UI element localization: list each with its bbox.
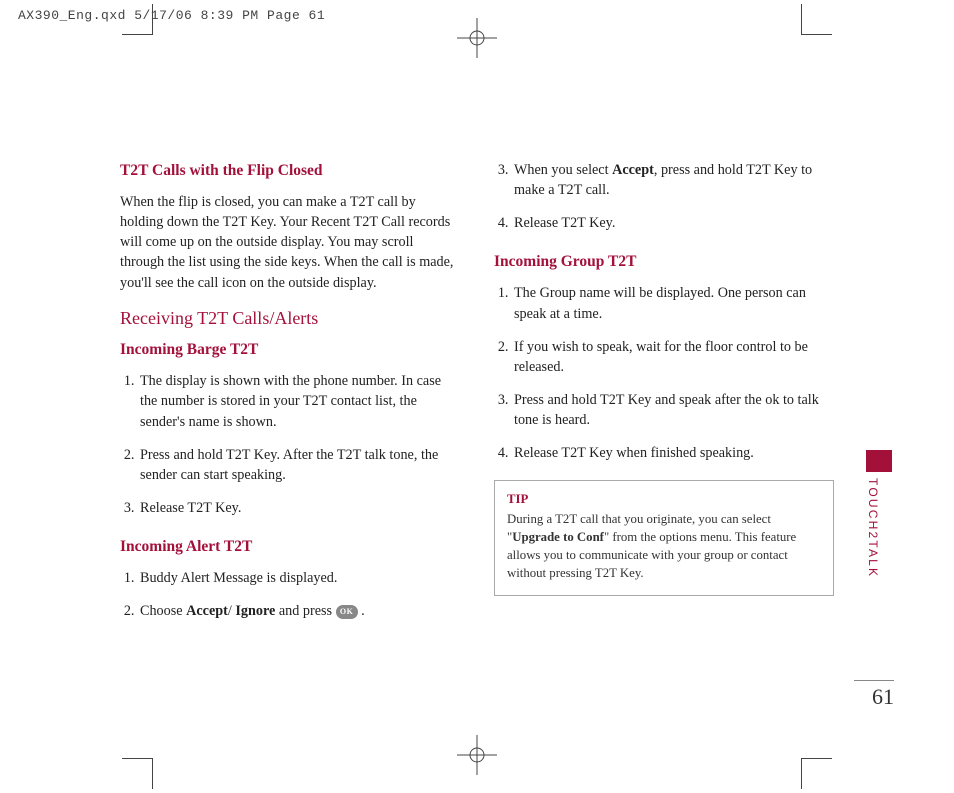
- side-tab-label: TOUCH2TALK: [866, 478, 880, 578]
- side-tab-block: [866, 450, 892, 472]
- registration-mark-icon: [457, 18, 497, 58]
- tip-box: TIP During a T2T call that you originate…: [494, 480, 834, 597]
- group-list: The Group name will be displayed. One pe…: [494, 283, 834, 463]
- print-slug: AX390_Eng.qxd 5/17/06 8:39 PM Page 61: [18, 8, 325, 23]
- page-number: 61: [854, 680, 894, 710]
- heading-flip-closed: T2T Calls with the Flip Closed: [120, 160, 460, 182]
- list-item: Press and hold T2T Key. After the T2T ta…: [138, 445, 460, 485]
- list-item: Release T2T Key.: [512, 213, 834, 233]
- tip-title: TIP: [507, 491, 821, 509]
- list-item: Release T2T Key when finished speaking.: [512, 443, 834, 463]
- crop-mark: [801, 4, 832, 35]
- list-item: Press and hold T2T Key and speak after t…: [512, 390, 834, 430]
- list-item: The Group name will be displayed. One pe…: [512, 283, 834, 323]
- barge-list: The display is shown with the phone numb…: [120, 371, 460, 518]
- crop-mark: [122, 758, 153, 789]
- list-item: When you select Accept, press and hold T…: [512, 160, 834, 200]
- page-content: T2T Calls with the Flip Closed When the …: [120, 160, 834, 635]
- side-tab: TOUCH2TALK: [866, 450, 892, 578]
- registration-mark-icon: [457, 735, 497, 775]
- list-item: The display is shown with the phone numb…: [138, 371, 460, 431]
- paragraph: When the flip is closed, you can make a …: [120, 192, 460, 293]
- crop-mark: [801, 758, 832, 789]
- list-item: Choose Accept/ Ignore and press OK .: [138, 601, 460, 621]
- heading-receiving: Receiving T2T Calls/Alerts: [120, 306, 460, 332]
- heading-group: Incoming Group T2T: [494, 251, 834, 273]
- alert-list: Buddy Alert Message is displayed. Choose…: [120, 568, 460, 621]
- ok-key-icon: OK: [336, 605, 358, 619]
- alert-list-cont: When you select Accept, press and hold T…: [494, 160, 834, 233]
- list-item: If you wish to speak, wait for the floor…: [512, 337, 834, 377]
- heading-barge: Incoming Barge T2T: [120, 339, 460, 361]
- heading-alert: Incoming Alert T2T: [120, 536, 460, 558]
- list-item: Release T2T Key.: [138, 498, 460, 518]
- right-column: When you select Accept, press and hold T…: [494, 160, 834, 635]
- left-column: T2T Calls with the Flip Closed When the …: [120, 160, 460, 635]
- list-item: Buddy Alert Message is displayed.: [138, 568, 460, 588]
